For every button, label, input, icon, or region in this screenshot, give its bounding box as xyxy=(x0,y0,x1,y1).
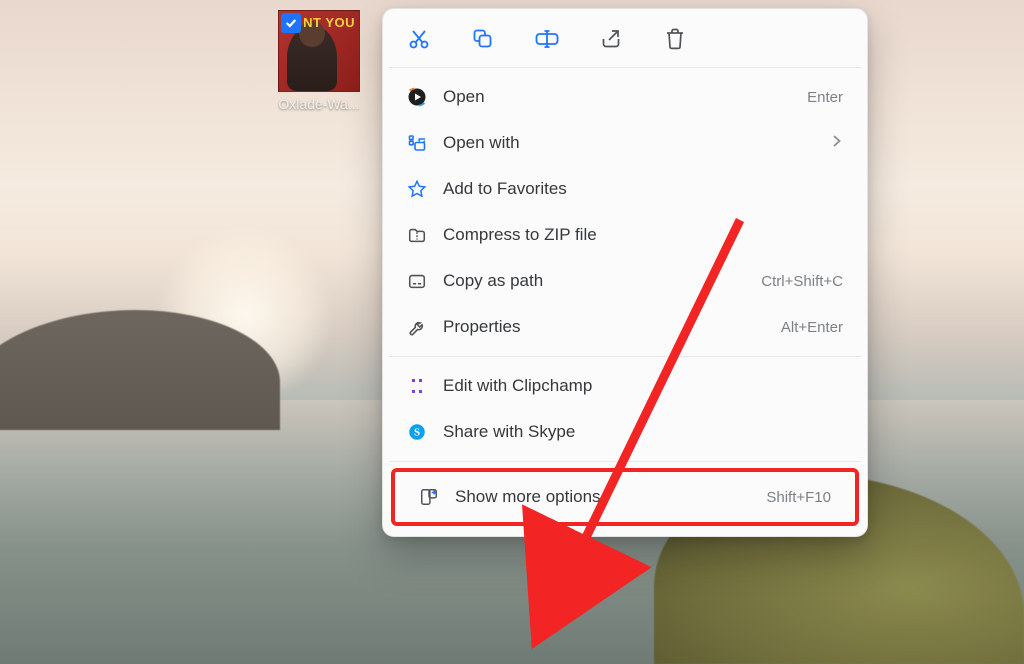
delete-button[interactable] xyxy=(661,25,689,53)
menu-copy-path-label: Copy as path xyxy=(443,271,761,291)
context-menu: Open Enter Open with Add to Favorites xyxy=(382,8,868,537)
divider xyxy=(389,461,861,462)
menu-clipchamp-label: Edit with Clipchamp xyxy=(443,376,843,396)
selected-check-icon xyxy=(281,13,301,33)
menu-properties[interactable]: Properties Alt+Enter xyxy=(383,304,867,350)
menu-open-shortcut: Enter xyxy=(807,89,843,106)
menu-copy-path-shortcut: Ctrl+Shift+C xyxy=(761,273,843,290)
svg-text:S: S xyxy=(414,427,420,439)
menu-properties-label: Properties xyxy=(443,317,781,337)
file-label: Oxlade-Wa... xyxy=(270,96,368,114)
star-icon xyxy=(401,179,433,199)
play-icon xyxy=(401,87,433,107)
copy-icon xyxy=(471,27,495,51)
zip-icon xyxy=(401,225,433,245)
copy-button[interactable] xyxy=(469,25,497,53)
menu-open[interactable]: Open Enter xyxy=(383,74,867,120)
file-thumbnail: NT YOU xyxy=(278,10,360,92)
desktop-file[interactable]: NT YOU Oxlade-Wa... xyxy=(270,10,368,114)
rename-button[interactable] xyxy=(533,25,561,53)
annotation-highlight: Show more options Shift+F10 xyxy=(391,468,859,526)
menu-compress-zip-label: Compress to ZIP file xyxy=(443,225,843,245)
trash-icon xyxy=(664,27,686,51)
menu-skype-label: Share with Skype xyxy=(443,422,843,442)
menu-open-with[interactable]: Open with xyxy=(383,120,867,166)
menu-open-label: Open xyxy=(443,87,807,107)
menu-show-more-options[interactable]: Show more options Shift+F10 xyxy=(395,472,855,522)
share-icon xyxy=(599,27,623,51)
share-button[interactable] xyxy=(597,25,625,53)
copy-path-icon xyxy=(401,271,433,291)
menu-section-1: Open Enter Open with Add to Favorites xyxy=(383,68,867,356)
wrench-icon xyxy=(401,317,433,337)
chevron-right-icon xyxy=(831,133,843,153)
cut-button[interactable] xyxy=(405,25,433,53)
scissors-icon xyxy=(407,27,431,51)
menu-show-more-options-shortcut: Shift+F10 xyxy=(766,489,831,506)
menu-compress-zip[interactable]: Compress to ZIP file xyxy=(383,212,867,258)
menu-show-more-options-label: Show more options xyxy=(455,487,766,507)
menu-skype[interactable]: S Share with Skype xyxy=(383,409,867,455)
more-options-icon xyxy=(413,487,445,507)
open-with-icon xyxy=(401,133,433,153)
clipchamp-icon xyxy=(401,376,433,396)
skype-icon: S xyxy=(401,422,433,442)
menu-clipchamp[interactable]: Edit with Clipchamp xyxy=(383,363,867,409)
thumb-text: NT YOU xyxy=(303,15,355,30)
menu-add-favorites[interactable]: Add to Favorites xyxy=(383,166,867,212)
menu-open-with-label: Open with xyxy=(443,133,831,153)
rename-icon xyxy=(534,27,560,51)
menu-add-favorites-label: Add to Favorites xyxy=(443,179,843,199)
menu-properties-shortcut: Alt+Enter xyxy=(781,319,843,336)
menu-copy-path[interactable]: Copy as path Ctrl+Shift+C xyxy=(383,258,867,304)
context-toolbar xyxy=(383,9,867,67)
menu-section-2: Edit with Clipchamp S Share with Skype xyxy=(383,357,867,461)
